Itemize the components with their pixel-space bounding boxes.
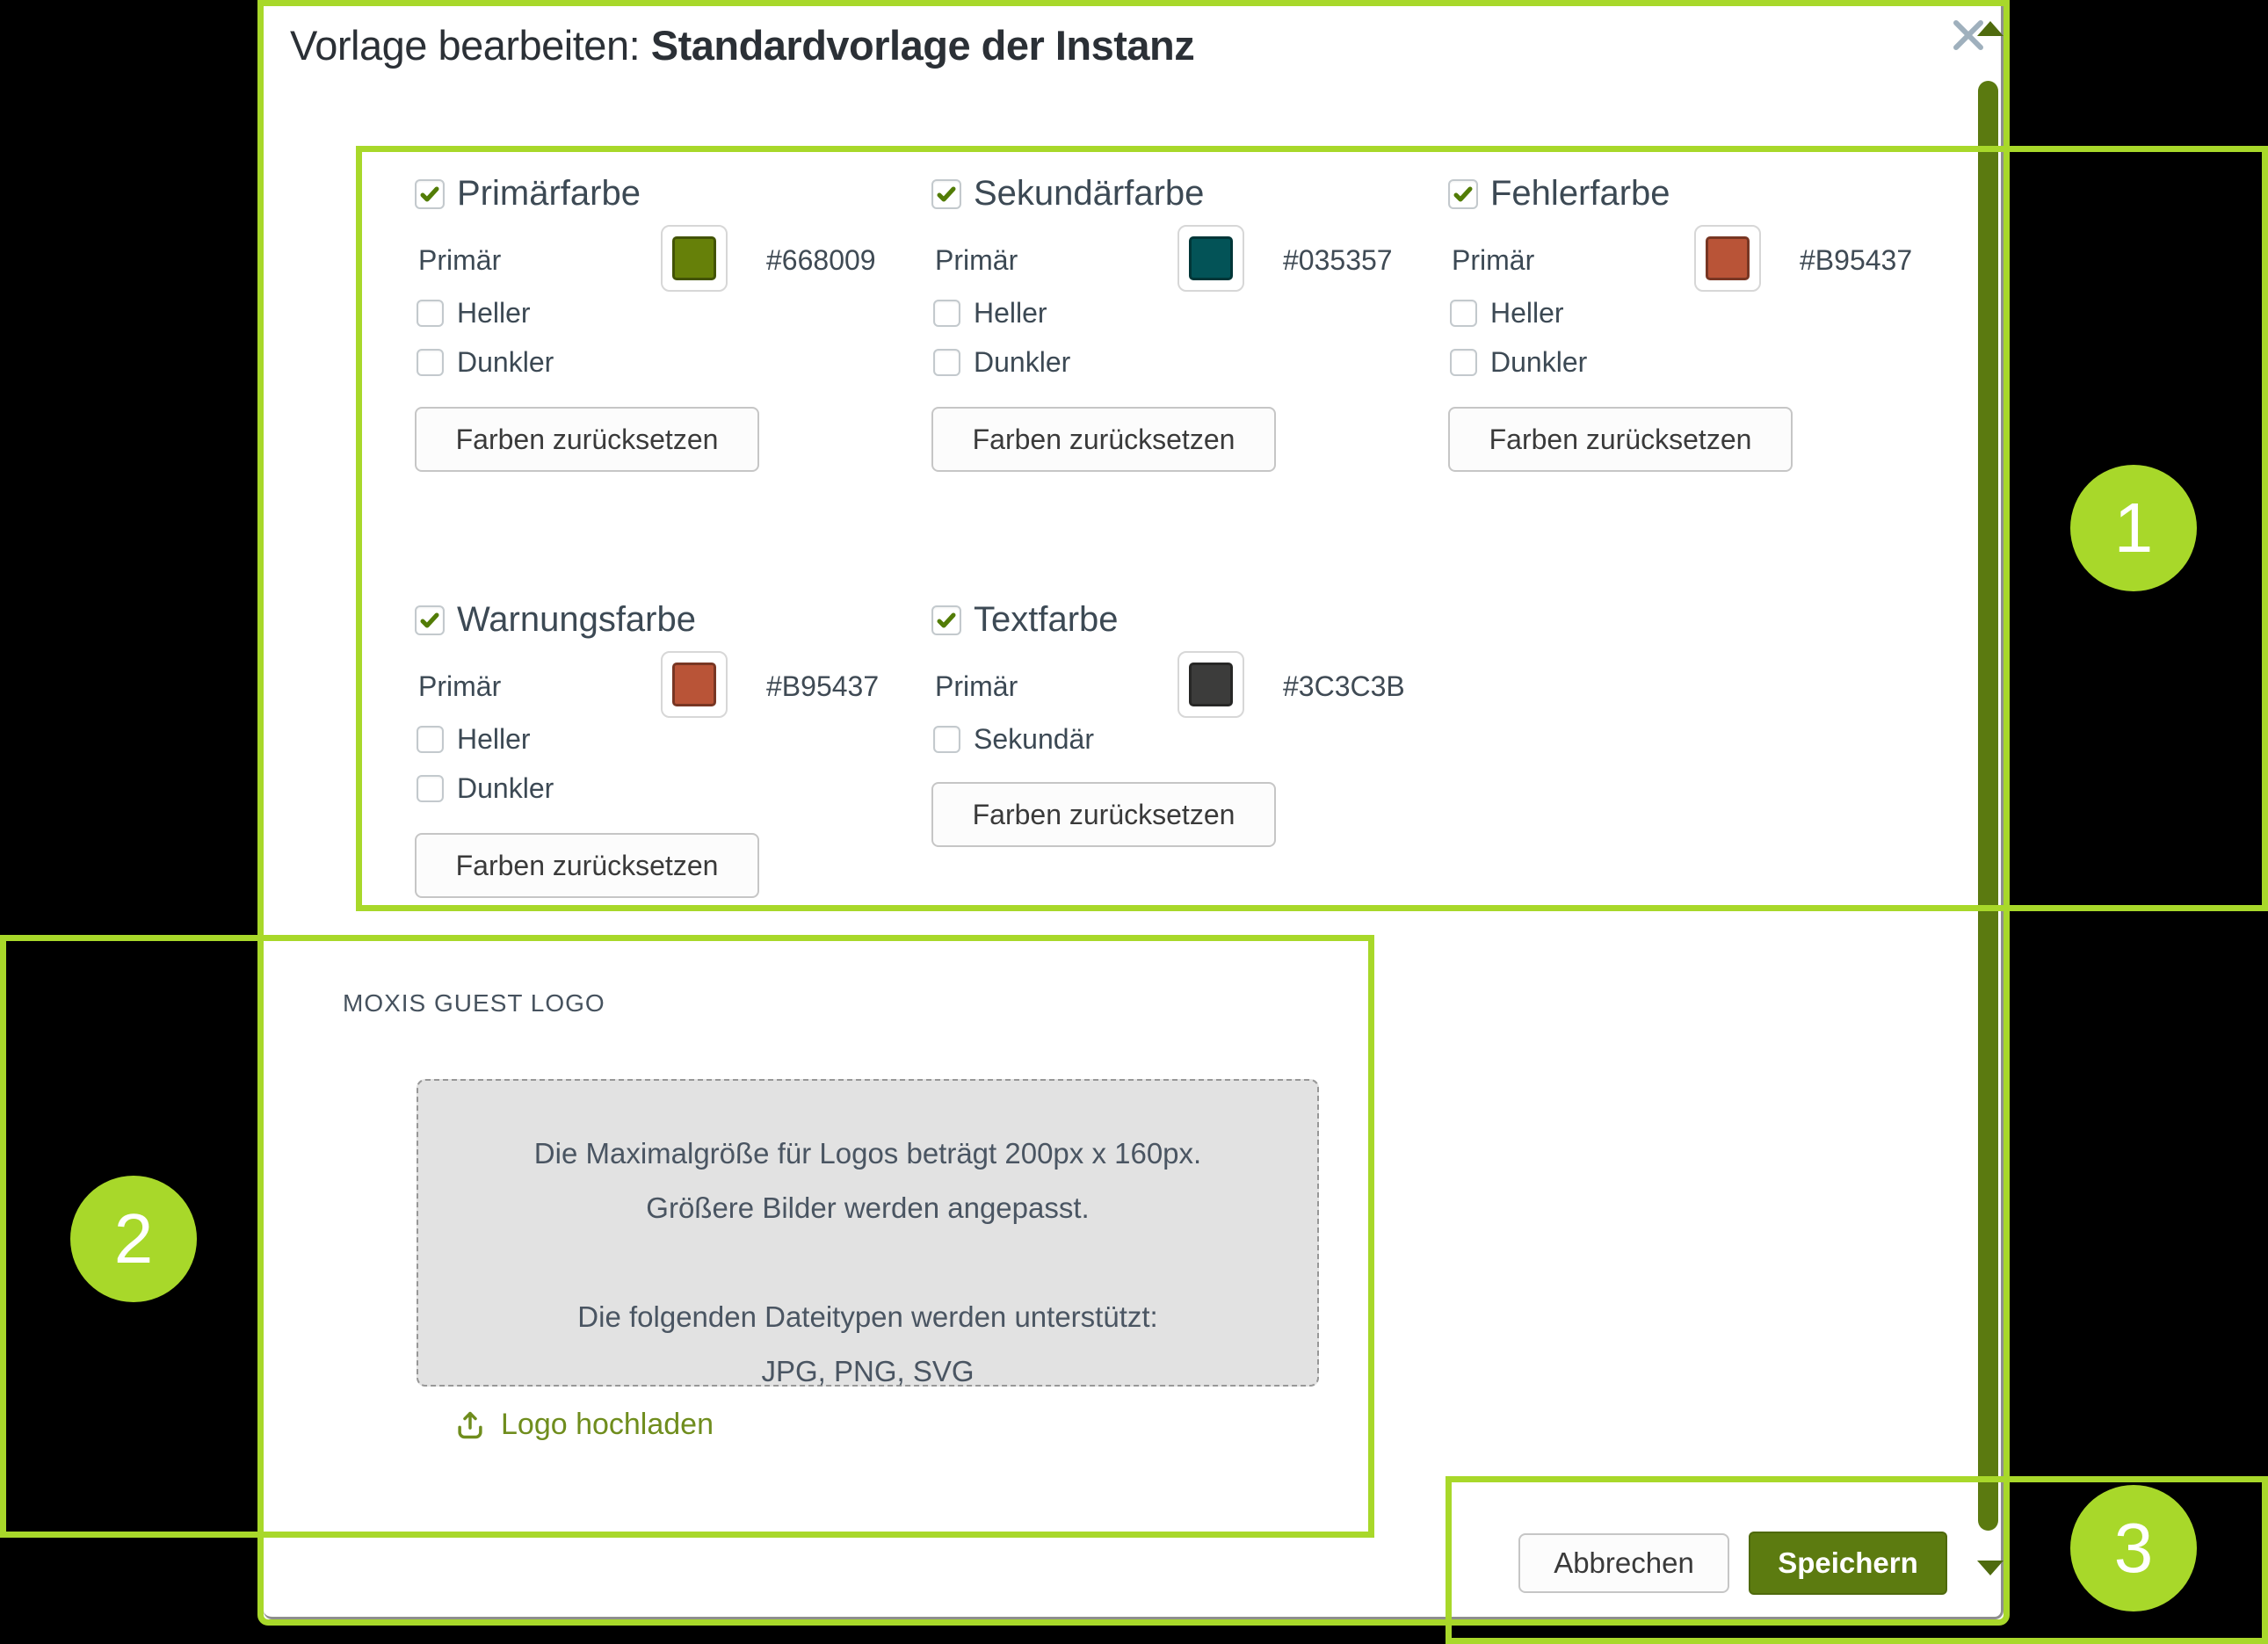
- option-label: Dunkler: [457, 772, 554, 805]
- color-swatch: [1189, 236, 1233, 280]
- primary-label: Primär: [418, 244, 501, 277]
- checkbox-unchecked[interactable]: [417, 349, 444, 376]
- dialog-title-name: Standardvorlage der Instanz: [651, 22, 1195, 69]
- section-title: Sekundärfarbe: [974, 174, 1204, 214]
- color-swatch: [672, 663, 716, 706]
- option-heller[interactable]: Heller: [417, 723, 531, 756]
- color-section-warnungsfarbe: Warnungsfarbe Primär #B95437 Heller Dunk…: [415, 600, 907, 969]
- option-label: Heller: [974, 297, 1047, 330]
- option-label: Heller: [457, 297, 531, 330]
- scrollbar-up-arrow-icon[interactable]: [1977, 21, 2004, 36]
- color-swatch-button[interactable]: [661, 651, 728, 718]
- checkbox-unchecked[interactable]: [1450, 300, 1477, 327]
- scrollbar-thumb[interactable]: [1978, 81, 1998, 1531]
- color-swatch-button[interactable]: [1177, 225, 1244, 292]
- badge-number: 1: [2114, 488, 2154, 569]
- color-swatch-button[interactable]: [1177, 651, 1244, 718]
- option-label: Dunkler: [457, 346, 554, 379]
- hex-value: #3C3C3B: [1283, 670, 1405, 703]
- primary-label: Primär: [1452, 244, 1534, 277]
- option-dunkler[interactable]: Dunkler: [933, 346, 1070, 379]
- hex-value: #668009: [766, 244, 876, 277]
- checkbox-unchecked[interactable]: [933, 726, 960, 753]
- option-dunkler[interactable]: Dunkler: [1450, 346, 1587, 379]
- primary-label: Primär: [418, 670, 501, 703]
- hex-value: #B95437: [766, 670, 879, 703]
- annotation-badge-1: 1: [2070, 465, 2197, 591]
- checkbox-checked[interactable]: [415, 605, 445, 635]
- color-swatch-button[interactable]: [661, 225, 728, 292]
- checkbox-unchecked[interactable]: [417, 300, 444, 327]
- checkbox-checked[interactable]: [931, 605, 961, 635]
- primary-label: Primär: [935, 670, 1018, 703]
- section-title: Fehlerfarbe: [1490, 174, 1670, 214]
- color-section-textfarbe: Textfarbe Primär #3C3C3B Sekundär Farben…: [931, 600, 1424, 969]
- checkbox-unchecked[interactable]: [417, 726, 444, 753]
- moxis-guest-logo-heading: MOXIS GUEST LOGO: [343, 989, 605, 1018]
- dropzone-line: Größere Bilder werden angepasst.: [418, 1181, 1317, 1235]
- hex-value: #035357: [1283, 244, 1393, 277]
- option-heller[interactable]: Heller: [417, 297, 531, 330]
- option-label: Dunkler: [974, 346, 1070, 379]
- dropzone-line: Die folgenden Dateitypen werden unterstü…: [418, 1290, 1317, 1344]
- option-label: Heller: [1490, 297, 1564, 330]
- color-section-sekundaerfarbe: Sekundärfarbe Primär #035357 Heller Dunk…: [931, 174, 1424, 543]
- color-section-fehlerfarbe: Fehlerfarbe Primär #B95437 Heller Dunkle…: [1448, 174, 1940, 543]
- dialog-title: Vorlage bearbeiten: Standardvorlage der …: [290, 21, 1194, 69]
- upload-logo-link[interactable]: Logo hochladen: [453, 1408, 714, 1442]
- checkbox-unchecked[interactable]: [1450, 349, 1477, 376]
- reset-colors-button[interactable]: Farben zurücksetzen: [1448, 407, 1793, 472]
- logo-dropzone[interactable]: Die Maximalgröße für Logos beträgt 200px…: [417, 1079, 1319, 1387]
- reset-colors-button[interactable]: Farben zurücksetzen: [415, 407, 759, 472]
- hex-value: #B95437: [1800, 244, 1912, 277]
- checkbox-checked[interactable]: [415, 179, 445, 209]
- checkbox-checked[interactable]: [931, 179, 961, 209]
- badge-number: 2: [114, 1199, 154, 1279]
- reset-colors-button[interactable]: Farben zurücksetzen: [931, 407, 1276, 472]
- color-swatch: [1706, 236, 1750, 280]
- section-title: Warnungsfarbe: [457, 600, 696, 640]
- option-label: Sekundär: [974, 723, 1094, 756]
- option-label: Heller: [457, 723, 531, 756]
- reset-colors-button[interactable]: Farben zurücksetzen: [415, 833, 759, 898]
- checkbox-unchecked[interactable]: [417, 775, 444, 802]
- option-dunkler[interactable]: Dunkler: [417, 346, 554, 379]
- color-swatch: [672, 236, 716, 280]
- option-label: Dunkler: [1490, 346, 1587, 379]
- scrollbar-down-arrow-icon[interactable]: [1977, 1561, 2004, 1575]
- annotation-badge-2: 2: [70, 1176, 197, 1302]
- checkbox-unchecked[interactable]: [933, 300, 960, 327]
- option-heller[interactable]: Heller: [1450, 297, 1564, 330]
- checkbox-unchecked[interactable]: [933, 349, 960, 376]
- cancel-button[interactable]: Abbrechen: [1518, 1533, 1729, 1593]
- reset-colors-button[interactable]: Farben zurücksetzen: [931, 782, 1276, 847]
- upload-logo-label: Logo hochladen: [501, 1408, 714, 1442]
- dropzone-line: JPG, PNG, SVG: [418, 1344, 1317, 1399]
- color-section-primaerfarbe: Primärfarbe Primär #668009 Heller Dunkle…: [415, 174, 907, 543]
- upload-icon: [453, 1409, 487, 1442]
- color-swatch-button[interactable]: [1694, 225, 1761, 292]
- badge-number: 3: [2114, 1508, 2154, 1589]
- dialog-title-prefix: Vorlage bearbeiten:: [290, 22, 651, 69]
- checkbox-checked[interactable]: [1448, 179, 1478, 209]
- dropzone-line: Die Maximalgröße für Logos beträgt 200px…: [418, 1126, 1317, 1181]
- primary-label: Primär: [935, 244, 1018, 277]
- save-button[interactable]: Speichern: [1749, 1532, 1947, 1595]
- section-title: Primärfarbe: [457, 174, 641, 214]
- option-dunkler[interactable]: Dunkler: [417, 772, 554, 805]
- option-sekundaer[interactable]: Sekundär: [933, 723, 1094, 756]
- annotation-badge-3: 3: [2070, 1485, 2197, 1611]
- section-title: Textfarbe: [974, 600, 1119, 640]
- option-heller[interactable]: Heller: [933, 297, 1047, 330]
- color-swatch: [1189, 663, 1233, 706]
- screenshot-root: Vorlage bearbeiten: Standardvorlage der …: [0, 0, 2268, 1644]
